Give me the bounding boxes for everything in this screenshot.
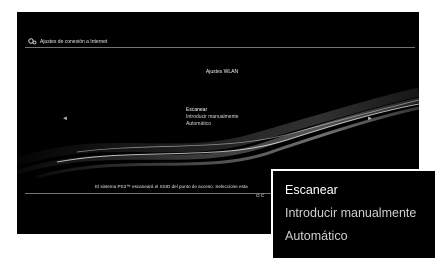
- settings-icon: [28, 38, 37, 45]
- page-title: Ajustes WLAN: [205, 69, 239, 75]
- zoomed-menu-callout: Escanear Introducir manualmente Automáti…: [271, 169, 437, 260]
- left-arrow-icon[interactable]: ◄: [62, 116, 68, 122]
- zoom-item-introducir-manualmente[interactable]: Introducir manualmente: [285, 206, 416, 220]
- menu-item-escanear[interactable]: Escanear: [186, 107, 239, 114]
- header-divider: [25, 47, 415, 48]
- circle-button-hint[interactable]: O C: [256, 193, 264, 198]
- wlan-options-menu: Escanear Introducir manualmente Automáti…: [186, 107, 239, 128]
- right-arrow-icon[interactable]: ►: [367, 116, 373, 122]
- zoom-item-escanear[interactable]: Escanear: [285, 183, 338, 197]
- zoom-item-automatico[interactable]: Automático: [285, 229, 348, 243]
- help-text: El sistema PS3™ escaneará el SSID del pu…: [95, 184, 248, 189]
- menu-item-introducir-manualmente[interactable]: Introducir manualmente: [186, 114, 239, 121]
- menu-item-automatico[interactable]: Automático: [186, 121, 239, 128]
- header-title: Ajustes de conexión a Internet: [40, 38, 108, 45]
- header: Ajustes de conexión a Internet: [28, 38, 107, 45]
